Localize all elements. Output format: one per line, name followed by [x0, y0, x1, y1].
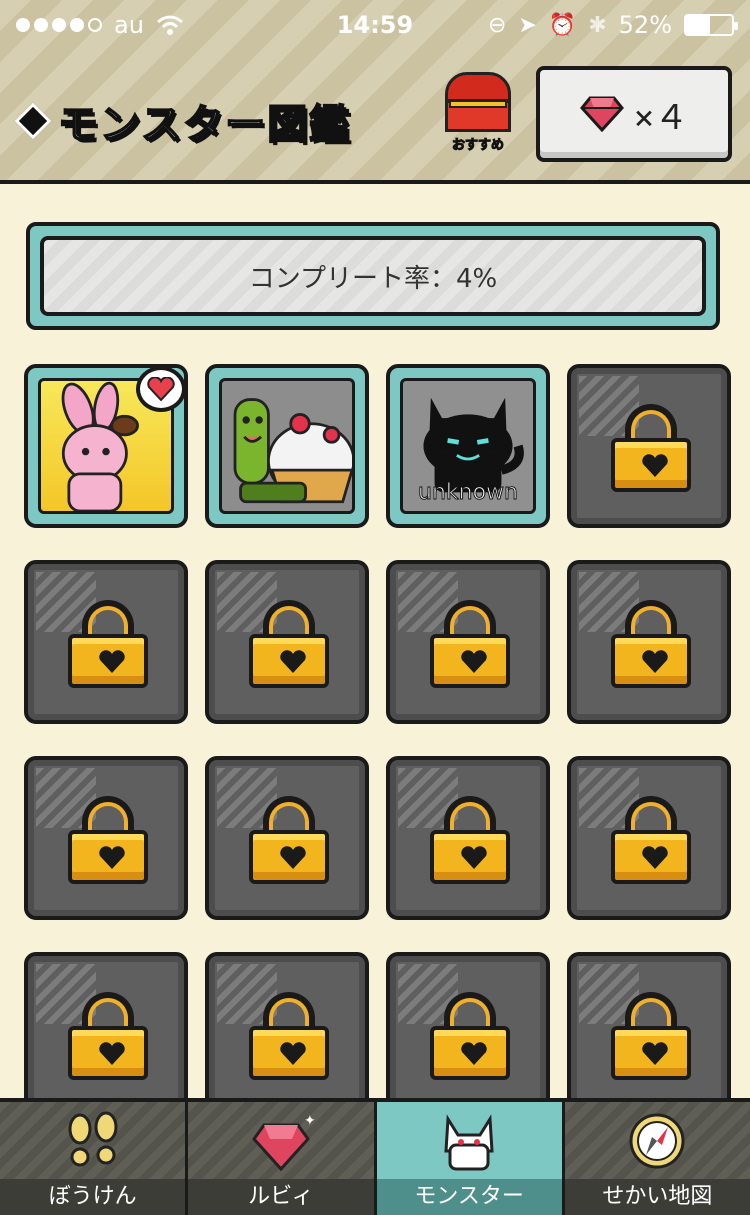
tab-ruby[interactable]: ✦ ルビィ [188, 1102, 377, 1215]
treasure-chest-icon [445, 70, 511, 132]
heart-icon [461, 846, 487, 869]
lock-icon [611, 796, 691, 884]
heart-icon [99, 846, 125, 869]
lock-icon [430, 992, 510, 1080]
lock-icon [611, 404, 691, 492]
heart-icon [280, 1042, 306, 1065]
tab-world-map-label: せかい地図 [564, 1179, 750, 1215]
lock-icon [249, 796, 329, 884]
tab-monster[interactable]: モンスター [376, 1102, 565, 1215]
completion-text: コンプリート率：4% [40, 236, 706, 316]
cat-silhouette-image: unknown [400, 378, 536, 514]
monster-card-cat[interactable]: unknown [386, 364, 550, 528]
completion-panel: コンプリート率：4% [26, 222, 720, 330]
status-bar: au 14:59 ⊖ ➤ ⏰ ✱ 52% [0, 0, 750, 50]
monster-card-turtle[interactable] [205, 364, 369, 528]
locked-monster-slot[interactable] [567, 952, 731, 1116]
ruby-icon: ✦ [251, 1113, 316, 1172]
title-row: モンスター図鑑 [14, 92, 352, 150]
locked-monster-slot[interactable] [205, 952, 369, 1116]
locked-monster-slot[interactable] [24, 560, 188, 724]
locked-monster-slot[interactable] [567, 756, 731, 920]
heart-icon [461, 650, 487, 673]
tab-ruby-label: ルビィ [188, 1179, 374, 1215]
location-icon: ➤ [518, 12, 537, 38]
heart-icon [280, 846, 306, 869]
heart-icon [642, 454, 668, 477]
unknown-label: unknown [418, 480, 519, 506]
heart-icon [642, 650, 668, 673]
ruby-count: ×４ [633, 97, 689, 138]
tab-adventure[interactable]: ぼうけん [0, 1102, 189, 1215]
heart-icon [642, 846, 668, 869]
rotation-lock-icon: ⊖ [487, 12, 507, 38]
lock-icon [68, 796, 148, 884]
locked-monster-slot[interactable] [205, 756, 369, 920]
battery-percent: 52% [618, 11, 672, 39]
locked-monster-slot[interactable] [205, 560, 369, 724]
locked-monster-slot[interactable] [567, 560, 731, 724]
locked-monster-slot[interactable] [567, 364, 731, 528]
recommend-button[interactable]: おすすめ [440, 70, 516, 164]
alarm-icon: ⏰ [548, 12, 577, 38]
page-title: モンスター図鑑 [57, 101, 352, 149]
locked-monster-slot[interactable] [386, 756, 550, 920]
lock-icon [430, 600, 510, 688]
turtle-cake-monster-image [219, 378, 355, 514]
lock-icon [430, 796, 510, 884]
carrier-label: au [114, 11, 144, 39]
wifi-icon [156, 15, 183, 35]
battery-icon [684, 14, 738, 36]
lock-icon [68, 600, 148, 688]
recommend-label: おすすめ [451, 138, 504, 154]
lock-icon [68, 992, 148, 1080]
locked-monster-slot[interactable] [386, 952, 550, 1116]
ruby-counter[interactable]: ×４ [536, 66, 732, 162]
locked-monster-slot[interactable] [24, 952, 188, 1116]
tab-adventure-label: ぼうけん [0, 1179, 186, 1215]
svg-text:✦: ✦ [304, 1113, 316, 1129]
ruby-icon [579, 96, 624, 132]
heart-icon [99, 650, 125, 673]
compass-icon [629, 1113, 685, 1169]
heart-icon [642, 1042, 668, 1065]
lock-icon [611, 992, 691, 1080]
bluetooth-icon: ✱ [588, 12, 607, 38]
heart-icon [280, 650, 306, 673]
lock-icon [249, 600, 329, 688]
tab-monster-label: モンスター [376, 1179, 562, 1215]
diamond-icon [14, 102, 52, 140]
heart-icon [99, 1042, 125, 1065]
tab-world-map[interactable]: せかい地図 [564, 1102, 750, 1215]
bottom-tab-bar: ぼうけん ✦ ルビィ モンスター せかい地図 [0, 1098, 750, 1215]
lock-icon [249, 992, 329, 1080]
heart-icon [461, 1042, 487, 1065]
lock-icon [611, 600, 691, 688]
signal-icon [16, 18, 102, 32]
favorite-heart-icon [136, 368, 184, 412]
footprints-icon [68, 1111, 118, 1167]
locked-monster-slot[interactable] [24, 756, 188, 920]
cat-icon [444, 1114, 494, 1171]
monster-card-rabbit[interactable] [24, 364, 188, 528]
locked-monster-slot[interactable] [386, 560, 550, 724]
